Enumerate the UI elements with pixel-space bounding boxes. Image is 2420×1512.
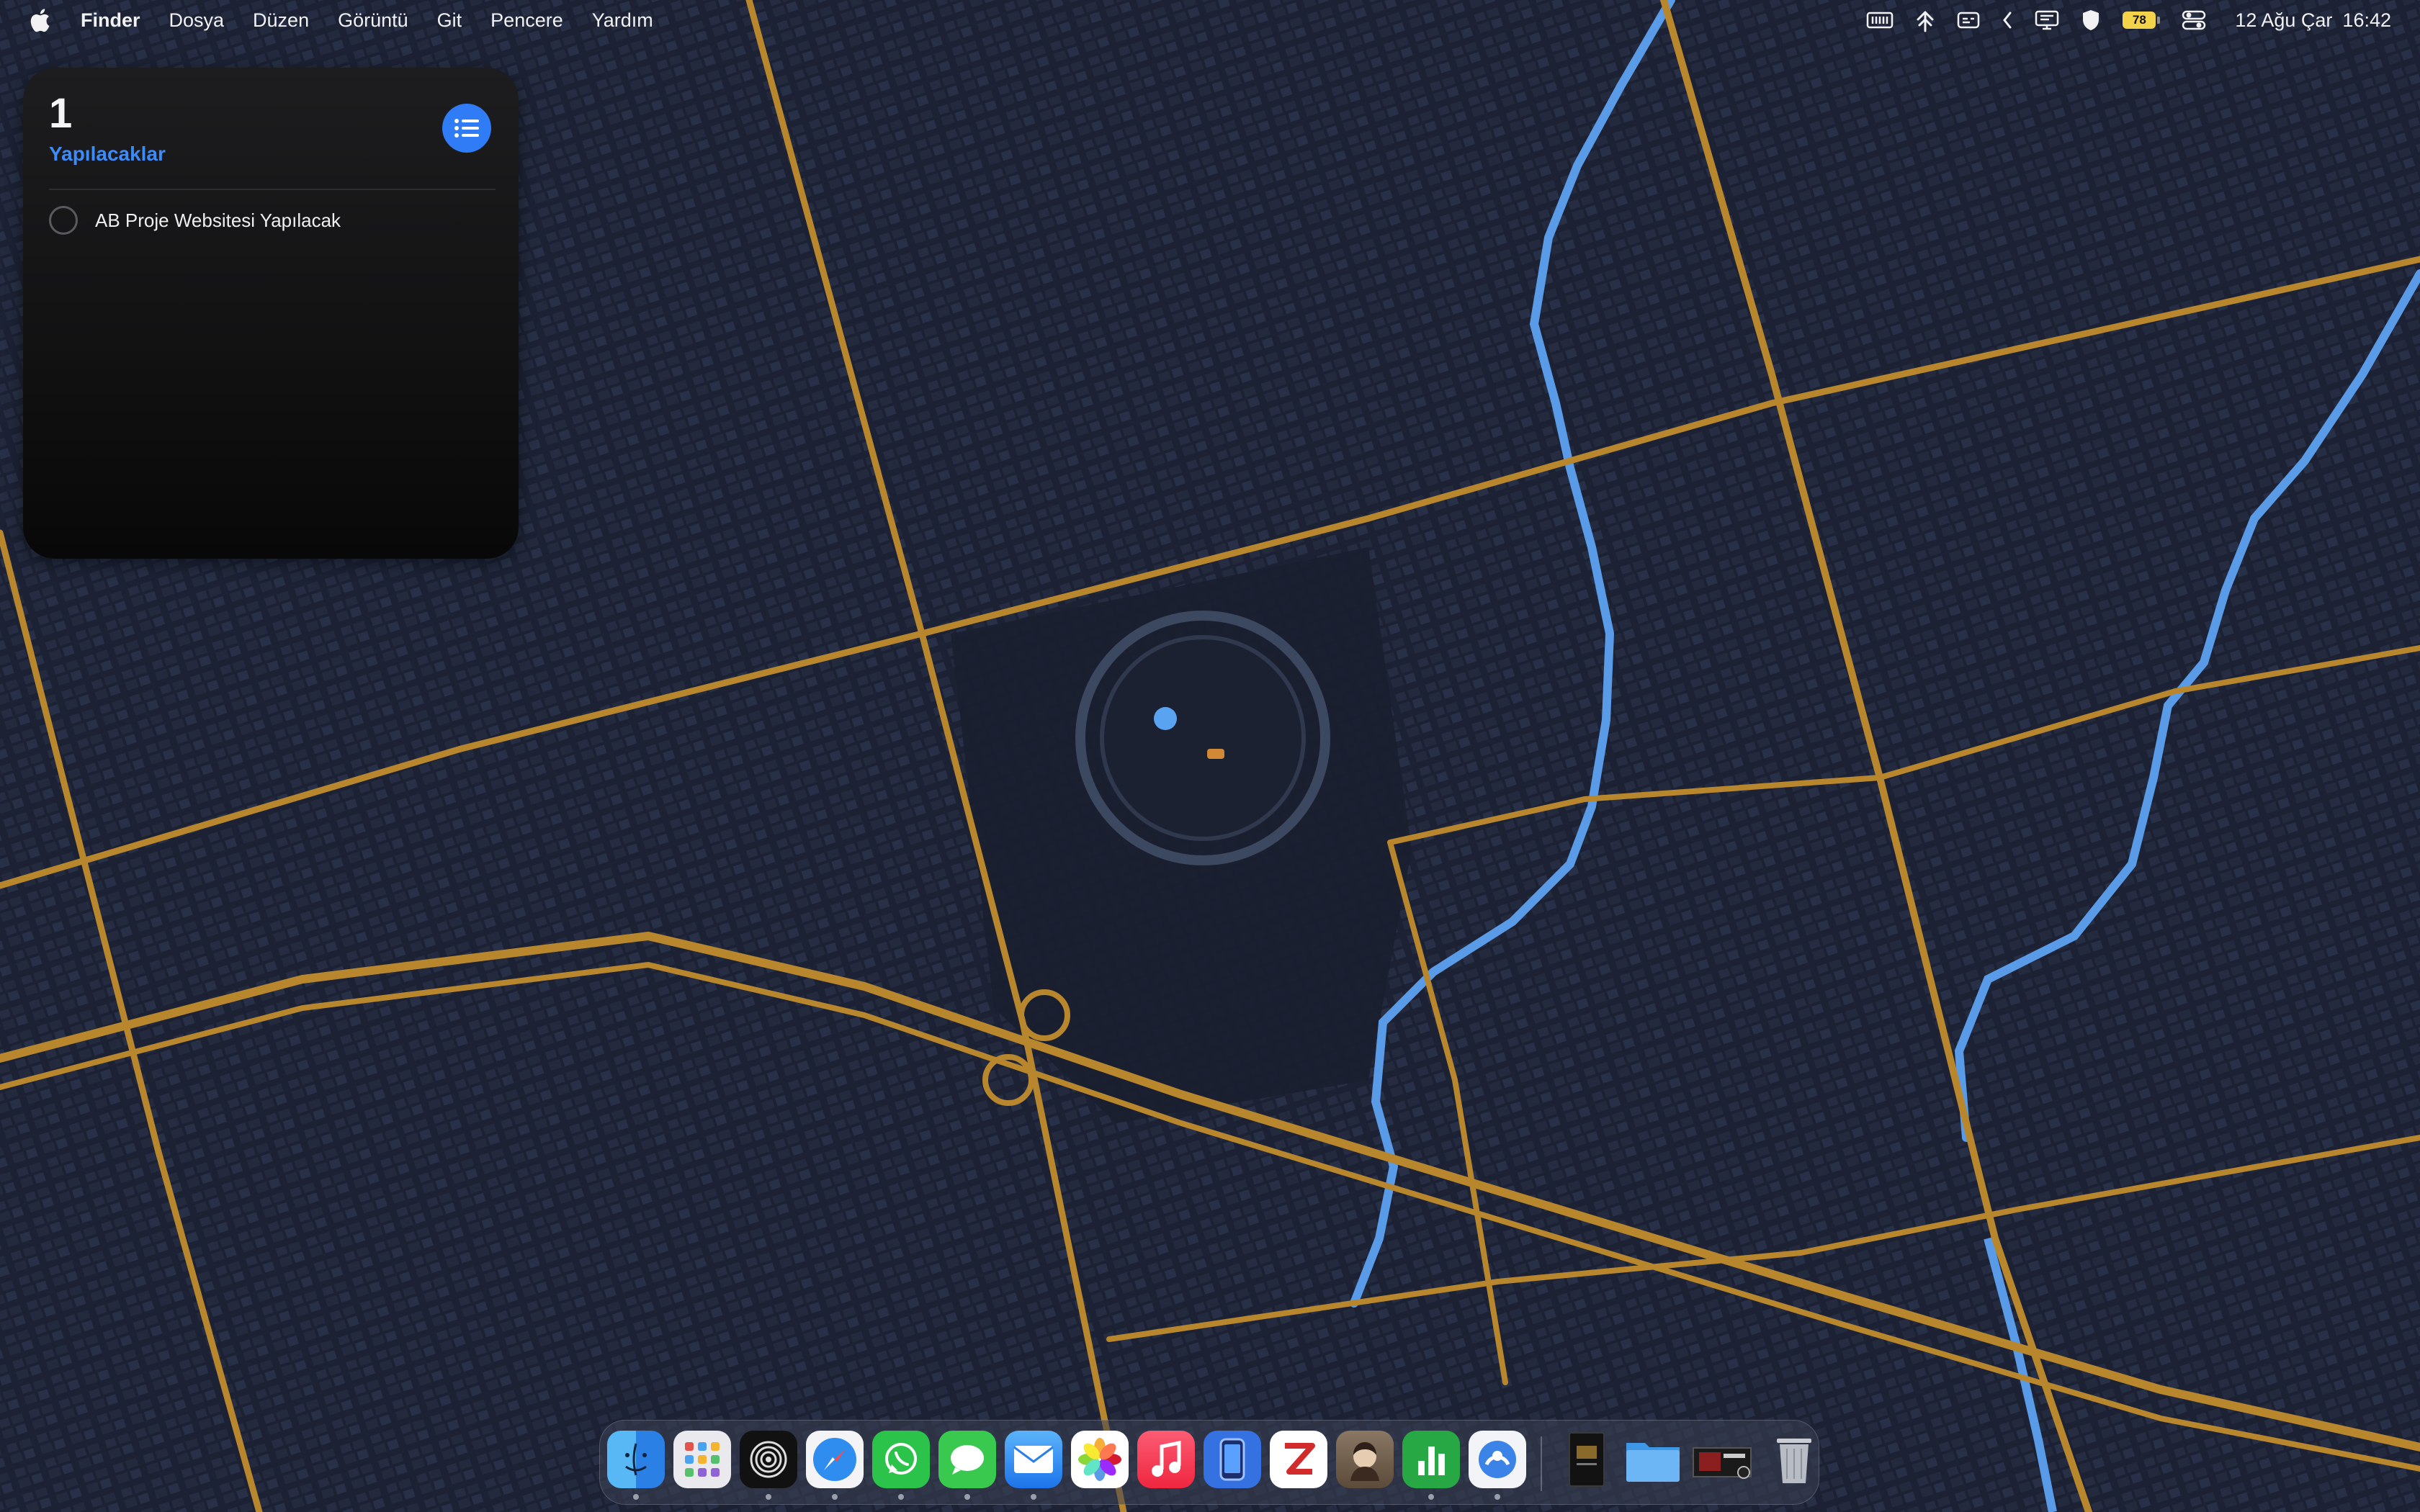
battery-level: 78 — [2123, 12, 2156, 29]
finder-running-indicator — [633, 1494, 639, 1500]
menubar-date[interactable]: 12 Ağu Çar — [2235, 9, 2332, 32]
battery-icon[interactable]: 78 — [2123, 0, 2161, 40]
desktop: Finder Dosya Düzen Görüntü Git Pencere Y… — [0, 0, 2420, 1512]
book-stack-icon[interactable] — [1558, 1431, 1615, 1488]
trash-icon[interactable] — [1765, 1431, 1823, 1488]
migration-running-indicator — [1494, 1494, 1500, 1500]
safari-running-indicator — [832, 1494, 838, 1500]
menu-bar: Finder Dosya Düzen Görüntü Git Pencere Y… — [0, 0, 2420, 40]
reminder-checkbox[interactable] — [49, 206, 78, 235]
airdrop-icon[interactable] — [1915, 0, 1935, 40]
dock-separator — [1541, 1436, 1542, 1491]
reminder-label: AB Proje Websitesi Yapılacak — [95, 209, 341, 231]
menubar-time[interactable]: 16:42 — [2342, 9, 2391, 32]
caption-icon[interactable] — [1957, 0, 1980, 40]
apple-logo-icon[interactable] — [27, 6, 52, 35]
menu-git[interactable]: Git — [437, 9, 462, 32]
display-icon[interactable] — [2035, 0, 2059, 40]
menu-pencere[interactable]: Pencere — [490, 9, 563, 32]
list-icon[interactable] — [442, 104, 491, 153]
menu-duzen[interactable]: Düzen — [253, 9, 309, 32]
messages-icon[interactable] — [938, 1431, 996, 1488]
menu-app-name[interactable]: Finder — [81, 9, 140, 32]
siri-running-indicator — [766, 1494, 771, 1500]
finder-icon[interactable] — [607, 1431, 665, 1488]
launchpad-icon[interactable] — [673, 1431, 731, 1488]
messages-running-indicator — [964, 1494, 970, 1500]
whatsapp-running-indicator — [898, 1494, 904, 1500]
numbers-icon[interactable] — [1402, 1431, 1460, 1488]
image-stack-icon[interactable] — [1690, 1431, 1757, 1488]
menu-goruntu[interactable]: Görüntü — [338, 9, 408, 32]
reminders-list-title[interactable]: Yapılacaklar — [49, 143, 166, 166]
reminder-item[interactable]: AB Proje Websitesi Yapılacak — [49, 206, 341, 235]
battery-cap — [2157, 17, 2161, 24]
widget-divider — [49, 189, 496, 190]
dock — [599, 1420, 1819, 1505]
reminders-count: 1 — [49, 90, 73, 137]
reminders-widget[interactable]: 1 Yapılacaklar AB Proje Websitesi Yapıla… — [23, 68, 519, 559]
simulator-icon[interactable] — [1204, 1431, 1261, 1488]
numbers-running-indicator — [1428, 1494, 1434, 1500]
chevron-left-icon[interactable] — [2002, 0, 2013, 40]
photos-icon[interactable] — [1071, 1431, 1129, 1488]
keyboard-brightness-icon[interactable] — [1866, 0, 1894, 40]
menu-yardim[interactable]: Yardım — [592, 9, 653, 32]
control-center-icon[interactable] — [2182, 0, 2206, 40]
mail-running-indicator — [1031, 1494, 1036, 1500]
music-icon[interactable] — [1137, 1431, 1195, 1488]
folder-icon[interactable] — [1624, 1431, 1682, 1488]
preview-icon[interactable] — [1336, 1431, 1394, 1488]
migration-icon[interactable] — [1469, 1431, 1526, 1488]
whatsapp-icon[interactable] — [872, 1431, 930, 1488]
zotero-icon[interactable] — [1270, 1431, 1327, 1488]
siri-icon[interactable] — [740, 1431, 797, 1488]
mail-icon[interactable] — [1005, 1431, 1062, 1488]
shield-icon[interactable] — [2081, 0, 2101, 40]
safari-icon[interactable] — [806, 1431, 864, 1488]
menu-dosya[interactable]: Dosya — [169, 9, 225, 32]
